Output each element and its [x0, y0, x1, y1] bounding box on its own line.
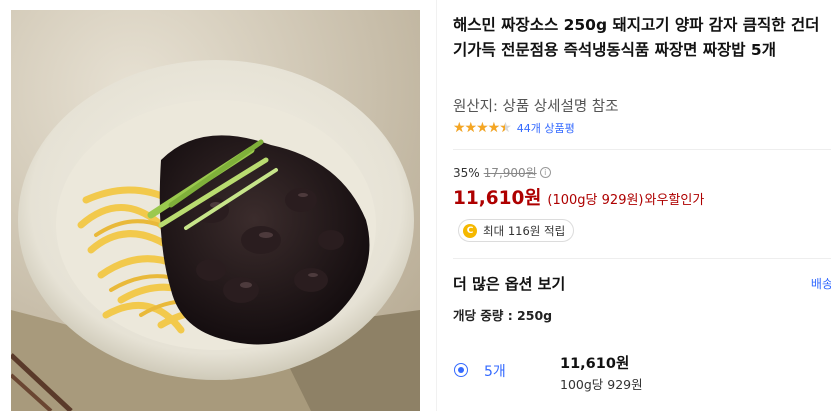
- star-rating-fill: ★★★★★: [453, 121, 505, 135]
- option-radio[interactable]: [454, 363, 468, 377]
- left-edge: [0, 0, 11, 411]
- original-price: 17,900원: [483, 166, 537, 180]
- reward-text: 최대 116원 적립: [483, 223, 566, 238]
- origin-text: 원산지: 상품 상세설명 참조: [453, 99, 619, 115]
- wow-discount-label: 와우할인가: [644, 193, 705, 208]
- divider-line: [453, 258, 831, 259]
- rating-row[interactable]: ★★★★★ ★★★★★ 44개 상품평: [453, 120, 575, 136]
- sale-price: 11,610원: [453, 188, 542, 209]
- sale-price-row: 11,610원 (100g당 929원) 와우할인가: [453, 184, 704, 210]
- coin-icon: C: [463, 223, 477, 238]
- discount-rate: 35%: [453, 165, 480, 180]
- review-count-link[interactable]: 44개 상품평: [517, 120, 575, 136]
- reward-badge[interactable]: C 최대 116원 적립: [458, 219, 575, 242]
- discount-row: 35% 17,900원 i: [453, 164, 551, 181]
- star-rating-icon: ★★★★★ ★★★★★: [453, 121, 512, 135]
- unit-price: (100g당 929원): [547, 193, 644, 208]
- option-price: 11,610원: [560, 356, 630, 372]
- option-label[interactable]: 5개: [484, 361, 506, 381]
- product-info-panel: 해스민 짜장소스 250g 돼지고기 양파 감자 큼직한 건더기가득 전문점용 …: [453, 0, 831, 411]
- more-options-button[interactable]: 더 많은 옵션 보기: [453, 273, 565, 294]
- product-image[interactable]: [11, 10, 420, 411]
- info-icon[interactable]: i: [539, 167, 551, 178]
- option-item[interactable]: 5개 11,610원 100g당 929원: [453, 336, 831, 396]
- divider-line: [453, 149, 831, 150]
- option-unit-price: 100g당 929원: [560, 377, 643, 392]
- column-divider: [436, 0, 437, 411]
- jjajang-noodle-photo: [11, 10, 420, 411]
- shipping-link[interactable]: 배송: [811, 275, 831, 292]
- unit-weight: 개당 중량 : 250g: [453, 308, 553, 323]
- product-title: 해스민 짜장소스 250g 돼지고기 양파 감자 큼직한 건더기가득 전문점용 …: [453, 16, 820, 59]
